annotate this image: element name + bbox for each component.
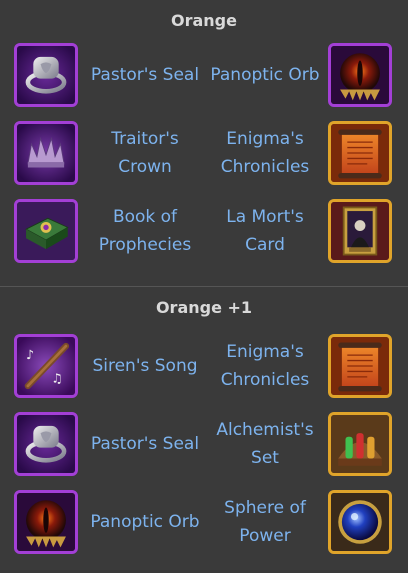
enigmas-chronicles-icon[interactable]	[328, 334, 392, 398]
item-label: La Mort's Card	[226, 207, 304, 255]
traitors-crown-icon[interactable]	[14, 121, 78, 185]
item-label: Pastor's Seal	[90, 434, 200, 454]
item-row: Pastor's Seal Alchemist's Set	[0, 410, 408, 478]
la-morts-card-icon[interactable]	[328, 199, 392, 263]
pastors-seal-icon[interactable]	[14, 43, 78, 107]
item-row: Pastor's Seal Panoptic Orb	[0, 41, 408, 109]
item-label: Enigma's Chronicles	[220, 129, 310, 177]
item-row: Book of Prophecies La Mort's Card	[0, 197, 408, 265]
item-label: Sphere of Power	[224, 498, 306, 546]
item-label: Enigma's Chronicles	[220, 342, 310, 390]
section-title: Orange +1	[155, 298, 253, 317]
item-row: ♪ ♫ Siren's Song Enigma's Chronicles	[0, 332, 408, 400]
item-row: Traitor's Crown Enigma's Chronicles	[0, 119, 408, 187]
enigmas-chronicles-icon[interactable]	[328, 121, 392, 185]
svg-text:♪: ♪	[26, 347, 34, 362]
item-label: Siren's Song	[92, 356, 198, 376]
item-label: Panoptic Orb	[210, 65, 320, 85]
section-orange: Orange Pastor's Seal Panoptic Orb Traito…	[0, 0, 408, 286]
item-label: Alchemist's Set	[216, 420, 314, 468]
item-label: Pastor's Seal	[90, 65, 200, 85]
panoptic-orb-icon[interactable]	[14, 490, 78, 554]
section-title: Orange	[171, 11, 237, 30]
item-label: Book of Prophecies	[98, 207, 192, 255]
svg-text:♫: ♫	[51, 370, 62, 385]
item-label: Traitor's Crown	[111, 129, 179, 177]
section-orange-plus-1: Orange +1 ♪ ♫ Siren's Song Enigma's Chro…	[0, 287, 408, 573]
pastors-seal-icon[interactable]	[14, 412, 78, 476]
item-row: Panoptic Orb Sphere of Power	[0, 488, 408, 556]
sirens-song-icon[interactable]: ♪ ♫	[14, 334, 78, 398]
panoptic-orb-icon[interactable]	[328, 43, 392, 107]
sphere-of-power-icon[interactable]	[328, 490, 392, 554]
book-of-prophecies-icon[interactable]	[14, 199, 78, 263]
alchemists-set-icon[interactable]	[328, 412, 392, 476]
item-label: Panoptic Orb	[90, 512, 200, 532]
